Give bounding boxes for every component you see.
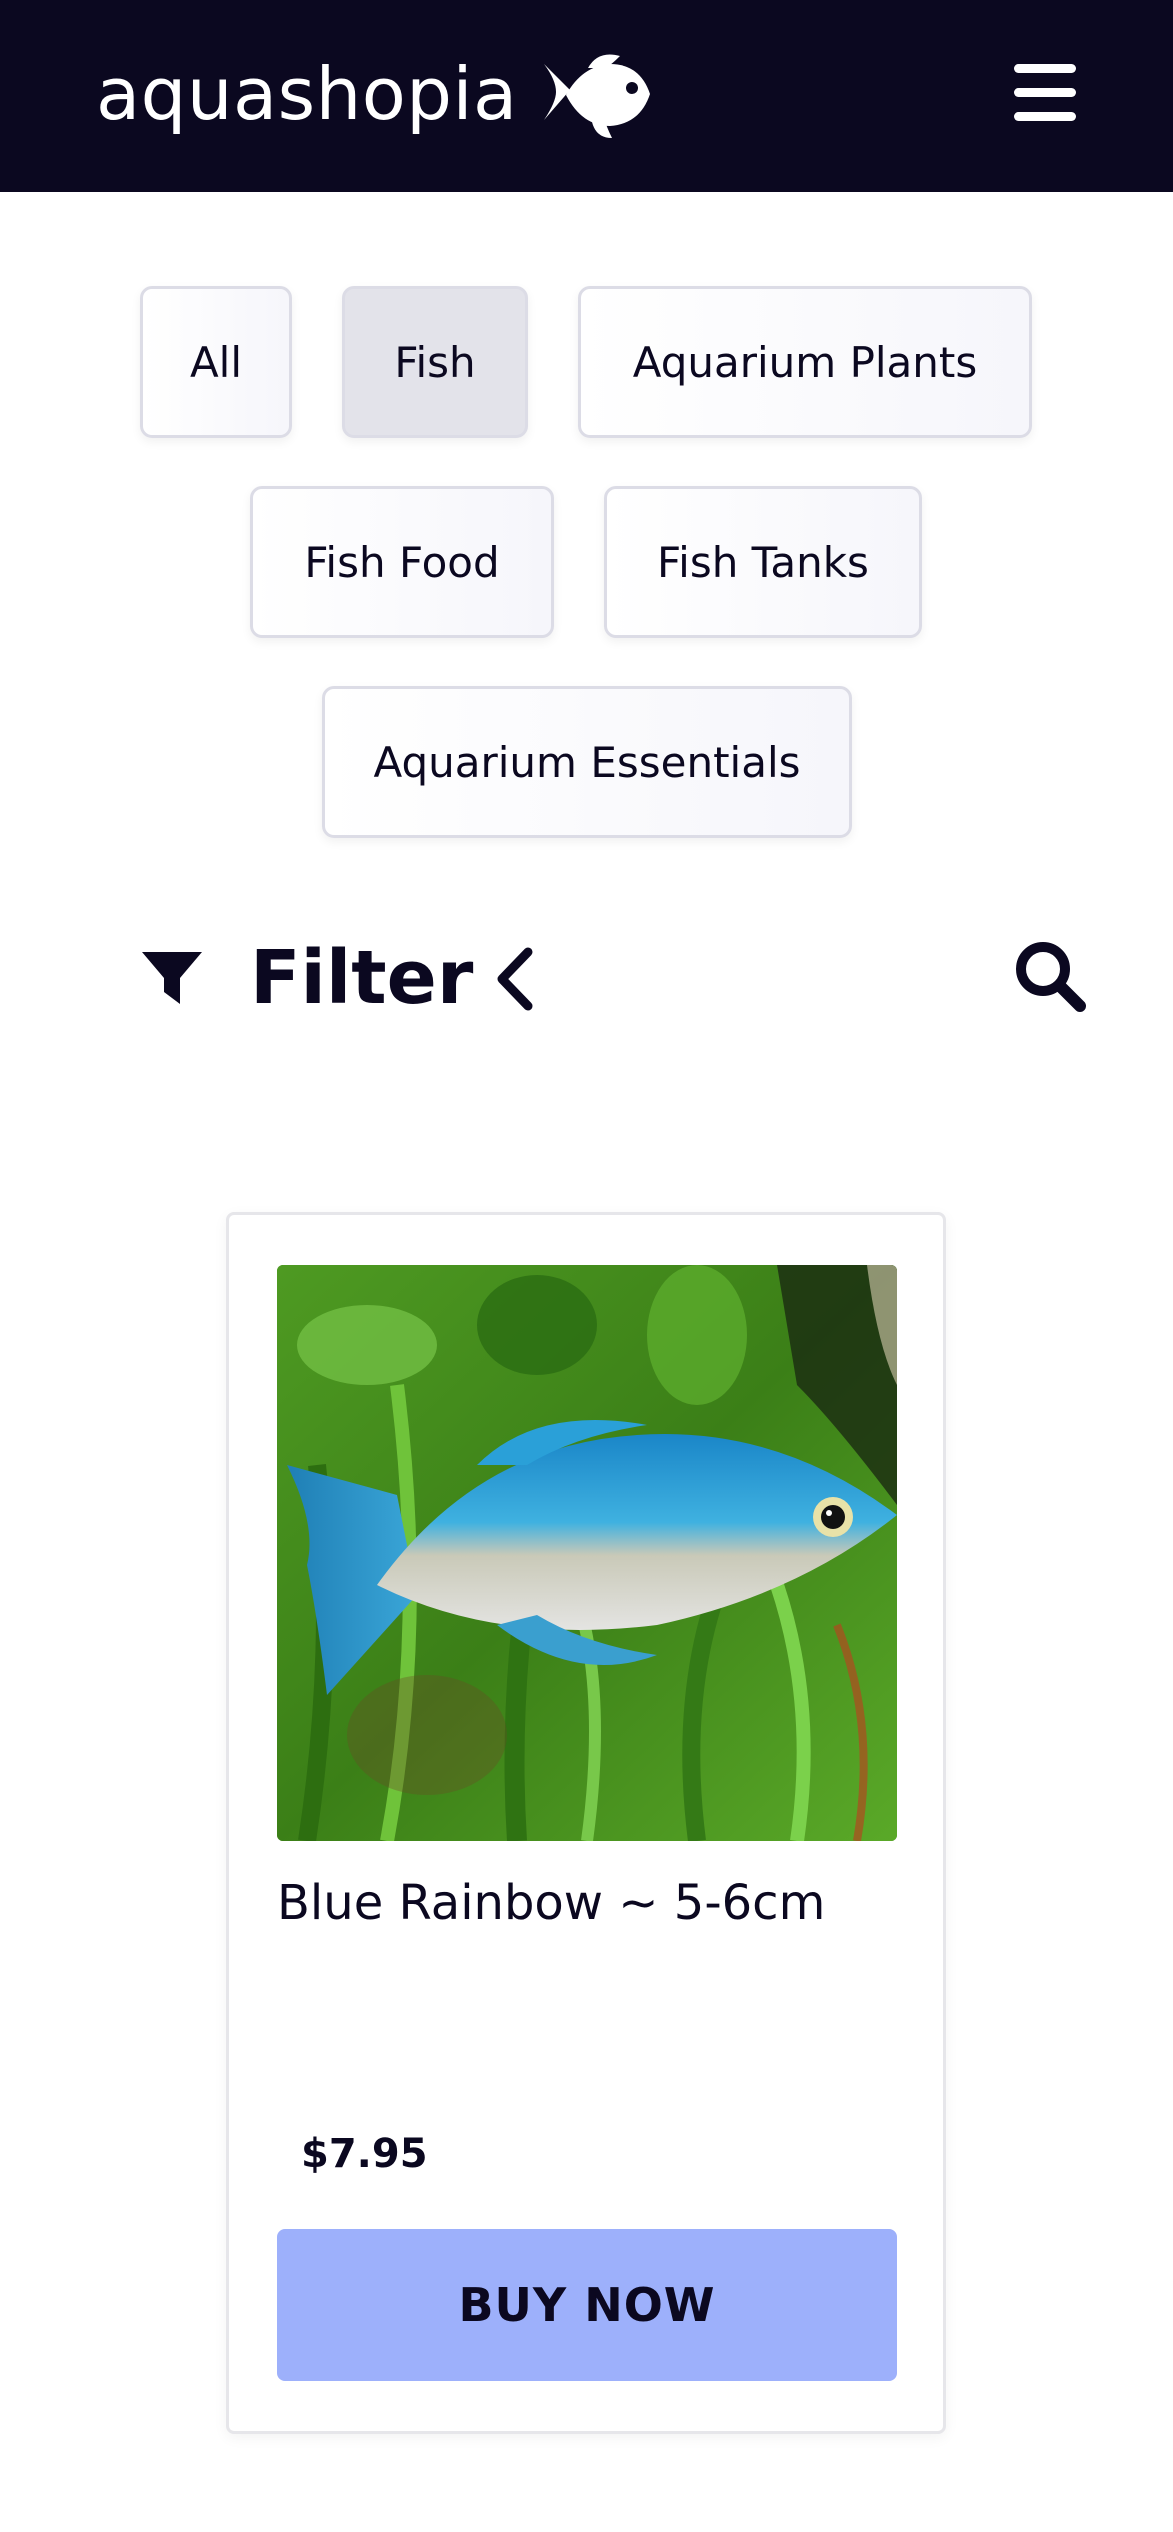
top-nav-bar: aquashopia [0, 0, 1173, 192]
filter-bar: Filter [140, 930, 1086, 1030]
product-image[interactable] [277, 1265, 897, 1841]
category-chip-fish[interactable]: Fish [342, 286, 528, 438]
menu-bar-middle [1014, 88, 1076, 97]
blue-rainbow-fish-photo [277, 1265, 897, 1841]
category-chip-all[interactable]: All [140, 286, 292, 438]
brand-name: aquashopia [96, 52, 518, 136]
filter-label[interactable]: Filter [250, 937, 473, 1019]
category-chip-fish-tanks[interactable]: Fish Tanks [604, 486, 922, 638]
search-icon[interactable] [1010, 936, 1090, 1016]
product-price: $7.95 [301, 2131, 428, 2177]
product-card[interactable]: Blue Rainbow ~ 5-6cm $7.95 BUY NOW [226, 1212, 946, 2434]
menu-bar-bottom [1014, 112, 1076, 121]
fish-icon [544, 54, 650, 138]
product-name[interactable]: Blue Rainbow ~ 5-6cm [277, 1875, 825, 1931]
brand-logo[interactable]: aquashopia [96, 58, 518, 130]
category-chip-fish-food[interactable]: Fish Food [250, 486, 554, 638]
chevron-left-icon[interactable] [490, 944, 540, 1014]
category-chip-aquarium-plants[interactable]: Aquarium Plants [578, 286, 1032, 438]
funnel-icon[interactable] [140, 948, 204, 1008]
category-chip-aquarium-essentials[interactable]: Aquarium Essentials [322, 686, 852, 838]
menu-bar-top [1014, 64, 1076, 73]
buy-now-button[interactable]: BUY NOW [277, 2229, 897, 2381]
hamburger-menu-icon[interactable] [1010, 62, 1080, 124]
